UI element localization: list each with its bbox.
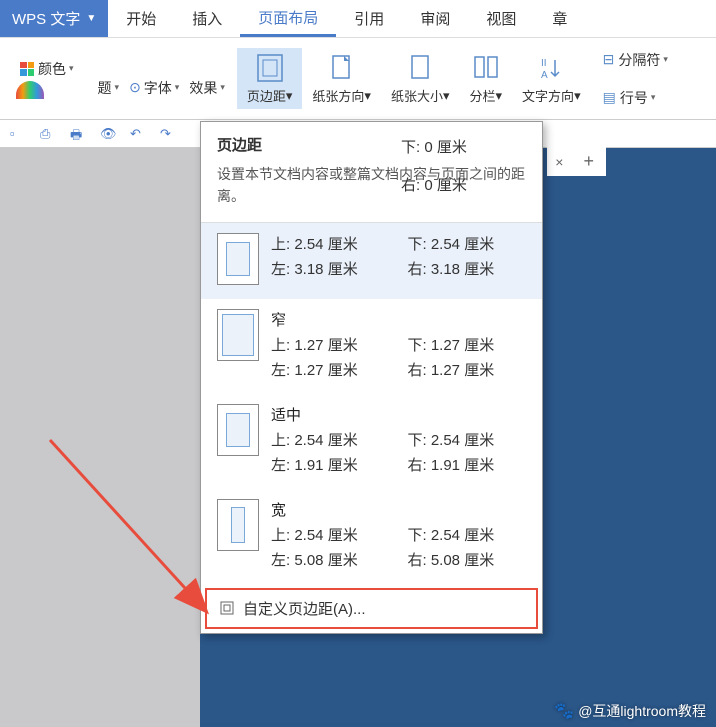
preset-name: 适中 xyxy=(271,404,526,425)
undo-icon[interactable]: ↶ xyxy=(130,126,146,142)
dropdown-description: 设置本节文档内容或整篇文档内容与页面之间的距离。 xyxy=(217,163,526,208)
custom-margin-button[interactable]: 自定义页边距(A)... xyxy=(205,588,538,629)
columns-button[interactable]: 分栏▾ xyxy=(460,48,513,109)
linenum-icon: ▤ xyxy=(603,89,616,106)
font-icon: ⊙ xyxy=(129,79,141,96)
preset-bottom: 下: 2.54 厘米 xyxy=(408,233,527,254)
redo-icon[interactable]: ↷ xyxy=(160,126,176,142)
svg-text:II: II xyxy=(541,58,547,69)
ribbon: 颜色▾ 题▾ ⊙字体▾ 效果▾ 页边距▾ 纸张方向▾ 纸张大小▾ 分栏▾ IIA… xyxy=(0,38,716,120)
app-title[interactable]: WPS 文字 ▼ xyxy=(0,0,108,37)
document-tabs: × + xyxy=(547,147,606,176)
custom-margin-icon xyxy=(219,600,235,616)
tab-引用[interactable]: 引用 xyxy=(336,0,402,37)
font-button[interactable]: ⊙字体▾ xyxy=(125,76,183,100)
app-name: WPS 文字 xyxy=(12,8,80,29)
textdir-icon: IIA xyxy=(535,52,567,84)
preset-left: 左: 1.27 厘米 xyxy=(271,359,390,380)
columns-icon xyxy=(470,52,502,84)
preset-top: 上: 1.27 厘米 xyxy=(271,334,390,355)
color-label: 颜色 xyxy=(38,59,66,79)
ribbon-font-group: 题▾ ⊙字体▾ 效果▾ xyxy=(86,72,237,104)
size-button[interactable]: 纸张大小▾ xyxy=(381,48,460,109)
print-icon[interactable]: 🖶 xyxy=(70,126,86,142)
preset-option-1[interactable]: 窄 上: 1.27 厘米 下: 1.27 厘米 左: 1.27 厘米 右: 1.… xyxy=(201,299,542,394)
preset-body: 宽 上: 2.54 厘米 下: 2.54 厘米 左: 5.08 厘米 右: 5.… xyxy=(271,499,526,570)
close-tab-icon[interactable]: × xyxy=(547,150,571,174)
preset-body: 窄 上: 1.27 厘米 下: 1.27 厘米 左: 1.27 厘米 右: 1.… xyxy=(271,309,526,380)
new-icon[interactable]: ▫ xyxy=(10,126,26,142)
tab-插入[interactable]: 插入 xyxy=(174,0,240,37)
color-palette-icon xyxy=(20,62,34,76)
preset-option-2[interactable]: 适中 上: 2.54 厘米 下: 2.54 厘米 左: 1.91 厘米 右: 1… xyxy=(201,394,542,489)
save-icon[interactable]: ⎙ xyxy=(40,126,56,142)
preset-left: 左: 5.08 厘米 xyxy=(271,549,390,570)
watermark: 🐾 @互通lightroom教程 xyxy=(554,701,706,721)
preset-bottom: 下: 1.27 厘米 xyxy=(408,334,527,355)
breaks-icon: ⊟ xyxy=(603,51,615,68)
page-margin-area xyxy=(0,148,200,727)
margin-icon xyxy=(254,52,286,84)
preset-body: 上: 2.54 厘米 下: 2.54 厘米 左: 3.18 厘米 右: 3.18… xyxy=(271,233,526,285)
margin-dropdown: 页边距 设置本节文档内容或整篇文档内容与页面之间的距离。 下: 0 厘米 右: … xyxy=(200,121,543,634)
preset-top: 上: 2.54 厘米 xyxy=(271,429,390,450)
preset-top: 上: 2.54 厘米 xyxy=(271,524,390,545)
extra-val-right: 右: 0 厘米 xyxy=(401,174,467,195)
watermark-text: @互通lightroom教程 xyxy=(578,701,706,721)
tab-开始[interactable]: 开始 xyxy=(108,0,174,37)
tab-页面布局[interactable]: 页面布局 xyxy=(240,0,336,37)
breaks-button[interactable]: ⊟分隔符▾ xyxy=(599,48,672,72)
dropdown-header: 页边距 设置本节文档内容或整篇文档内容与页面之间的距离。 下: 0 厘米 右: … xyxy=(201,122,542,223)
ribbon-breaks-group: ⊟分隔符▾ ▤行号▾ xyxy=(591,44,680,114)
add-tab-icon[interactable]: + xyxy=(571,147,606,176)
preview-icon[interactable]: 👁 xyxy=(100,126,116,142)
preset-body: 适中 上: 2.54 厘米 下: 2.54 厘米 左: 1.91 厘米 右: 1… xyxy=(271,404,526,475)
preset-icon xyxy=(217,404,259,456)
preset-right: 右: 3.18 厘米 xyxy=(408,258,527,279)
preset-name: 宽 xyxy=(271,499,526,520)
preset-bottom: 下: 2.54 厘米 xyxy=(408,429,527,450)
preset-left: 左: 3.18 厘米 xyxy=(271,258,390,279)
preset-icon xyxy=(217,499,259,551)
preset-option-3[interactable]: 宽 上: 2.54 厘米 下: 2.54 厘米 左: 5.08 厘米 右: 5.… xyxy=(201,489,542,584)
extra-val-top: 下: 0 厘米 xyxy=(401,136,467,157)
paw-icon: 🐾 xyxy=(554,701,574,721)
preset-right: 右: 1.91 厘米 xyxy=(408,454,527,475)
theme-icon xyxy=(16,81,44,99)
chevron-down-icon: ▼ xyxy=(86,13,96,24)
preset-right: 右: 5.08 厘米 xyxy=(408,549,527,570)
menu-tabs: 开始插入页面布局引用审阅视图章 xyxy=(108,0,585,37)
linenum-button[interactable]: ▤行号▾ xyxy=(599,86,660,110)
preset-icon xyxy=(217,309,259,361)
preset-bottom: 下: 2.54 厘米 xyxy=(408,524,527,545)
preset-top: 上: 2.54 厘米 xyxy=(271,233,390,254)
preset-left: 左: 1.91 厘米 xyxy=(271,454,390,475)
effect-button[interactable]: 效果▾ xyxy=(185,76,229,100)
color-button[interactable]: 颜色▾ xyxy=(16,57,78,81)
tab-审阅[interactable]: 审阅 xyxy=(402,0,468,37)
tab-视图[interactable]: 视图 xyxy=(468,0,534,37)
custom-margin-label: 自定义页边距(A)... xyxy=(243,598,366,619)
tab-章[interactable]: 章 xyxy=(534,0,585,37)
orientation-icon xyxy=(326,52,358,84)
svg-text:A: A xyxy=(541,70,548,81)
preset-icon xyxy=(217,233,259,285)
titlebar: WPS 文字 ▼ 开始插入页面布局引用审阅视图章 xyxy=(0,0,716,38)
ribbon-theme-group: 颜色▾ xyxy=(8,53,86,105)
theme-button[interactable]: 题▾ xyxy=(94,76,124,100)
size-icon xyxy=(404,52,436,84)
preset-name: 窄 xyxy=(271,309,526,330)
textdir-button[interactable]: IIA 文字方向▾ xyxy=(512,48,591,109)
dropdown-title: 页边距 xyxy=(217,134,526,155)
chevron-down-icon: ▾ xyxy=(286,88,293,104)
orientation-button[interactable]: 纸张方向▾ xyxy=(302,48,381,109)
preset-right: 右: 1.27 厘米 xyxy=(408,359,527,380)
margin-button[interactable]: 页边距▾ xyxy=(237,48,303,109)
preset-option-0[interactable]: 上: 2.54 厘米 下: 2.54 厘米 左: 3.18 厘米 右: 3.18… xyxy=(201,223,542,299)
